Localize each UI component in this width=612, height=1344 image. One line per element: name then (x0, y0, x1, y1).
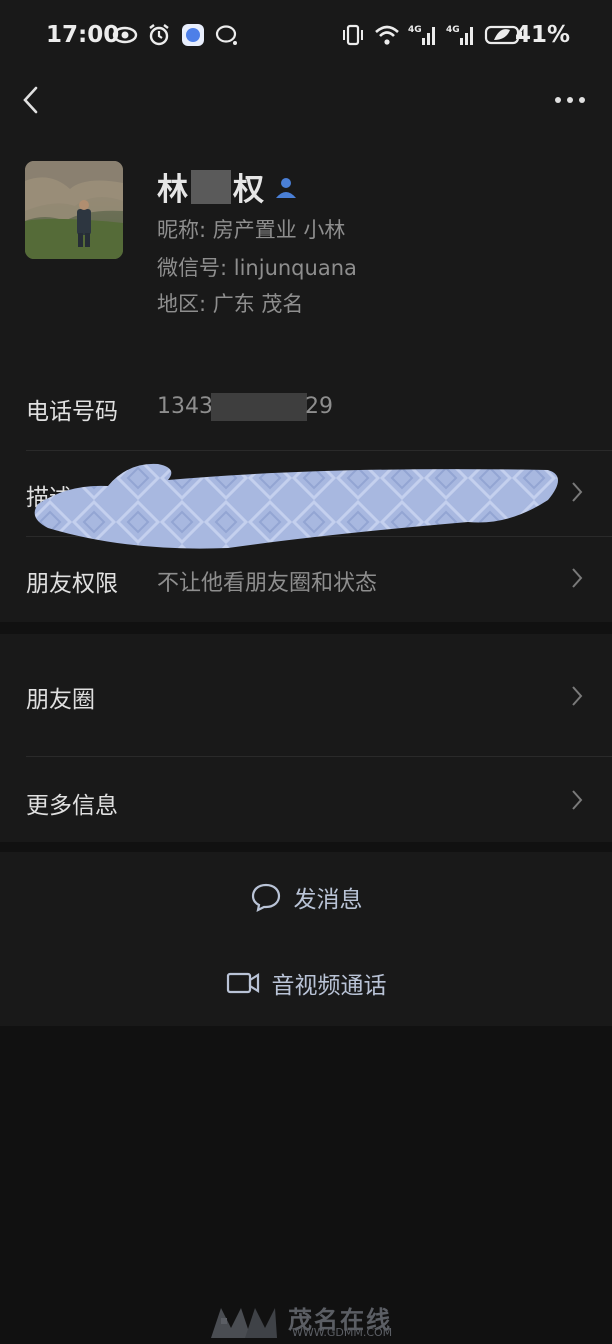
chevron-right-icon (572, 482, 583, 502)
more-info-row[interactable]: 更多信息 (0, 756, 612, 842)
svg-text:4G: 4G (408, 25, 422, 35)
svg-text:4G: 4G (446, 25, 460, 35)
moments-row[interactable]: 朋友圈 (0, 634, 612, 756)
nav-bar (0, 72, 612, 128)
video-call-button[interactable]: 音视频通话 (0, 958, 612, 1008)
video-camera-icon (226, 972, 259, 994)
wifi-icon (375, 25, 399, 45)
battery-percent: 41% (514, 22, 570, 48)
region: 地区: 广东 茂名 (157, 292, 304, 316)
chat-bubble-icon (215, 25, 237, 45)
nickname: 昵称: 房产置业 小林 (157, 218, 346, 242)
action-area: 发消息 音视频通话 (0, 852, 612, 1026)
profile-header: 林 权 昵称: 房产置业 小林 微信号: linjunquana 地区: 广东 … (0, 128, 612, 354)
phone-row[interactable]: 电话号码 1343 29 (0, 354, 612, 450)
more-dots-icon[interactable] (552, 86, 588, 114)
chevron-right-icon (572, 568, 583, 588)
eye-icon (112, 26, 138, 44)
status-time: 17:00 (46, 22, 120, 48)
friend-permission-label: 朋友权限 (26, 571, 118, 597)
chevron-right-icon (572, 686, 583, 706)
chat-bubble-icon (251, 883, 280, 912)
moments-label: 朋友圈 (26, 687, 95, 713)
contact-name-last: 权 (233, 172, 265, 208)
chevron-left-icon[interactable] (18, 84, 48, 116)
alarm-icon (149, 24, 169, 46)
friend-permission-value: 不让他看朋友圈和状态 (157, 571, 378, 596)
status-icons-right: 4G 4G (340, 22, 524, 48)
moments-section: 朋友圈 更多信息 (0, 634, 612, 842)
name-redaction (191, 169, 231, 204)
status-bar: 17:00 4G 4G 41% (0, 0, 612, 72)
app-badge-icon (182, 24, 204, 46)
more-info-label: 更多信息 (26, 793, 118, 819)
status-icons-left (112, 22, 240, 48)
vibrate-icon (343, 24, 363, 46)
chevron-right-icon (572, 790, 583, 810)
send-message-label: 发消息 (293, 887, 363, 913)
watermark-url: WWW.GDMM.COM (292, 1326, 393, 1339)
contact-name-first: 林 (157, 172, 189, 208)
phone-suffix: 29 (305, 394, 333, 419)
signal-4g-icon: 4G (446, 25, 473, 45)
name-row: 林 权 (157, 164, 299, 209)
scribble-redaction (34, 463, 558, 549)
person-icon (276, 177, 296, 198)
phone-label: 电话号码 (26, 399, 118, 425)
signal-4g-icon: 4G (408, 25, 435, 45)
wechat-id: 微信号: linjunquana (157, 256, 357, 280)
send-message-button[interactable]: 发消息 (0, 872, 612, 922)
phone-value[interactable]: 1343 29 (157, 393, 333, 421)
watermark-logo (211, 1308, 277, 1338)
video-call-label: 音视频通话 (271, 973, 387, 999)
phone-redaction (211, 393, 307, 421)
phone-prefix: 1343 (157, 394, 213, 419)
avatar[interactable] (25, 161, 123, 259)
